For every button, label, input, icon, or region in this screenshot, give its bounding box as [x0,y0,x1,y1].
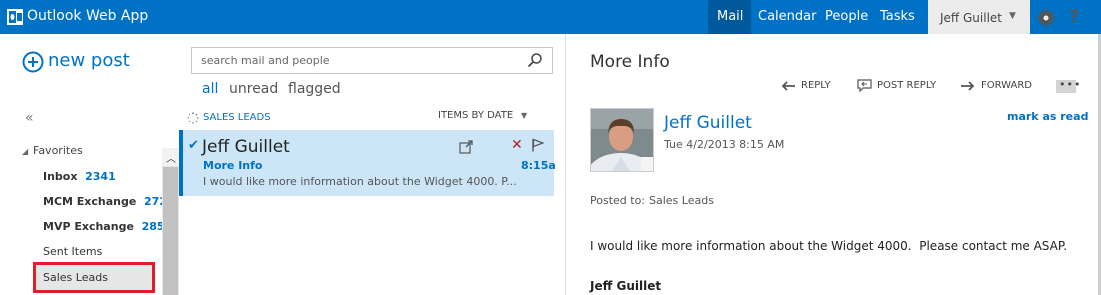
nav-people[interactable]: People [825,9,868,24]
delete-icon[interactable]: ✕ [511,137,523,153]
message-time: 8:15a [521,159,556,172]
posted-to-label: Posted to: [590,194,646,207]
folder-name: Sales Leads [43,271,108,284]
message-subject: More Info [203,159,263,172]
outlook-logo-icon [7,9,23,25]
collapse-pane-button[interactable]: « [25,110,34,126]
app-title: Outlook Web App [27,8,149,24]
search-icon[interactable] [527,52,543,68]
favorites-header[interactable]: Favorites [33,144,83,157]
folder-sales-leads[interactable]: Sales Leads [43,271,108,284]
folder-name: Sent Items [43,245,103,258]
pane-divider [565,34,566,295]
popout-icon[interactable] [459,139,474,154]
spinner-icon [187,112,199,124]
plus-circle-icon[interactable] [22,51,44,73]
post-reply-icon[interactable] [857,79,872,93]
folder-mcm-exchange[interactable]: MCM Exchange 2727 [43,195,175,208]
flag-icon[interactable] [531,138,544,152]
current-folder-label: SALES LEADS [203,112,271,123]
folder-inbox[interactable]: Inbox 2341 [43,170,116,183]
sender-photo [590,108,654,172]
filter-all[interactable]: all [202,81,218,97]
help-icon[interactable]: ? [1069,7,1079,27]
gear-icon[interactable] [1037,9,1055,27]
nav-tasks[interactable]: Tasks [880,9,915,24]
search-placeholder[interactable]: search mail and people [201,54,330,67]
unread-count: 2341 [85,170,116,183]
app-window: Outlook Web App Mail Calendar People Tas… [0,0,1101,295]
reply-icon[interactable] [781,79,796,93]
reading-pane-subject: More Info [590,52,670,72]
post-reply-button[interactable]: POST REPLY [877,80,936,91]
sender-photo-image [591,109,653,171]
reply-button[interactable]: REPLY [801,80,831,91]
chevron-down-icon[interactable]: ▼ [521,111,527,120]
forward-icon[interactable] [960,79,975,93]
posted-to-value: Sales Leads [649,194,714,207]
folder-name: MCM Exchange [43,195,137,208]
mark-as-read-link[interactable]: mark as read [1007,110,1088,123]
sort-dropdown[interactable]: ITEMS BY DATE [438,110,513,121]
folder-mvp-exchange[interactable]: MVP Exchange 2852 [43,220,172,233]
message-date: Tue 4/2/2013 8:15 AM [664,138,785,151]
nav-mail[interactable]: Mail [717,9,743,24]
scrollbar-thumb[interactable] [163,167,178,295]
message-body: I would like more information about the … [590,239,1068,253]
chevron-down-icon[interactable]: ▼ [1009,11,1016,21]
more-icon[interactable]: ••• [1059,78,1081,91]
folder-name: MVP Exchange [43,220,134,233]
folder-sent-items[interactable]: Sent Items [43,245,102,258]
checkmark-icon[interactable]: ✔ [188,138,199,153]
filter-flagged[interactable]: flagged [288,81,341,97]
message-sender: Jeff Guillet [202,137,290,157]
folder-name: Inbox [43,170,78,183]
filter-unread[interactable]: unread [229,81,278,97]
new-post-button[interactable]: new post [48,50,130,71]
nav-calendar[interactable]: Calendar [758,9,816,24]
expand-triangle-icon[interactable]: ◢ [22,147,28,156]
user-name[interactable]: Jeff Guillet [940,11,1002,25]
sender-name-link[interactable]: Jeff Guillet [664,113,752,133]
chevron-up-icon[interactable]: ︿ [166,150,176,165]
forward-button[interactable]: FORWARD [981,80,1032,91]
message-preview: I would like more information about the … [203,175,517,188]
message-signature: Jeff Guillet [590,279,662,293]
